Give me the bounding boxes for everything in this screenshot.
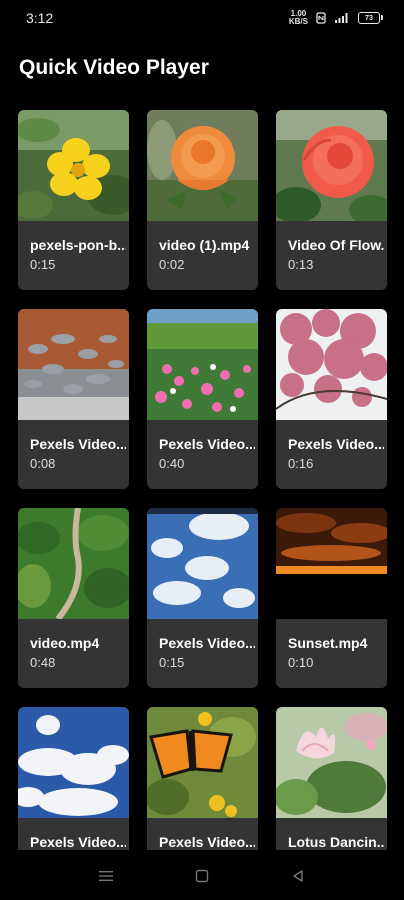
- video-duration: 0:15: [159, 655, 185, 670]
- video-grid: pexels-pon-b... 0:15 video (1).mp4 0:02: [18, 110, 390, 850]
- sky-clouds-thumbnail: [18, 707, 129, 818]
- video-duration: 0:40: [159, 456, 185, 471]
- video-duration: 0:16: [288, 456, 314, 471]
- network-speed-unit: KB/S: [288, 17, 308, 26]
- video-title: video.mp4: [30, 635, 100, 651]
- video-title: Pexels Video...: [159, 635, 255, 651]
- status-icons: 1.00 KB/S 73: [289, 10, 383, 26]
- video-card[interactable]: video (1).mp4 0:02: [147, 110, 258, 290]
- video-title: pexels-pon-b...: [30, 237, 126, 253]
- video-card[interactable]: Sunset.mp4 0:10: [276, 508, 387, 688]
- video-title: Lotus Dancin...: [288, 834, 384, 850]
- video-duration: 0:10: [288, 655, 314, 670]
- video-title: Pexels Video...: [30, 436, 126, 452]
- video-card[interactable]: Pexels Video...: [147, 707, 258, 850]
- video-title: Pexels Video...: [30, 834, 126, 850]
- square-icon: [195, 869, 209, 883]
- video-title: Pexels Video...: [159, 436, 255, 452]
- sunset-thumbnail: [276, 508, 387, 619]
- triangle-back-icon: [293, 870, 303, 882]
- navigation-bar: [0, 850, 404, 900]
- video-duration: 0:15: [30, 257, 56, 272]
- status-time: 3:12: [26, 10, 54, 26]
- aerial-forest-road-thumbnail: [18, 508, 129, 619]
- cherry-blossom-thumbnail: [276, 309, 387, 420]
- flower-meadow-thumbnail: [147, 309, 258, 420]
- video-card[interactable]: Pexels Video... 0:16: [276, 309, 387, 489]
- yellow-flower-thumbnail: [18, 110, 129, 221]
- nfc-icon: [316, 12, 326, 24]
- video-title: Sunset.mp4: [288, 635, 368, 651]
- video-card[interactable]: pexels-pon-b... 0:15: [18, 110, 129, 290]
- video-card[interactable]: Pexels Video... 0:15: [147, 508, 258, 688]
- video-card[interactable]: Pexels Video...: [18, 707, 129, 850]
- video-duration: 0:48: [30, 655, 56, 670]
- video-duration: 0:02: [159, 257, 185, 272]
- video-card[interactable]: video.mp4 0:48: [18, 508, 129, 688]
- app-title: Quick Video Player: [19, 56, 209, 79]
- red-rose-thumbnail: [276, 110, 387, 221]
- video-card[interactable]: Pexels Video... 0:08: [18, 309, 129, 489]
- video-card[interactable]: Video Of Flow... 0:13: [276, 110, 387, 290]
- recents-button[interactable]: [96, 866, 116, 886]
- earth-clouds-thumbnail: [147, 508, 258, 619]
- pigeons-thumbnail: [18, 309, 129, 420]
- orange-rose-thumbnail: [147, 110, 258, 221]
- home-button[interactable]: [192, 866, 212, 886]
- status-bar: 3:12 1.00 KB/S 73: [0, 0, 404, 34]
- video-title: Pexels Video...: [288, 436, 384, 452]
- network-speed: 1.00 KB/S: [289, 10, 308, 26]
- video-title: Video Of Flow...: [288, 237, 384, 253]
- video-title: video (1).mp4: [159, 237, 250, 253]
- video-card[interactable]: Lotus Dancin...: [276, 707, 387, 850]
- video-duration: 0:08: [30, 456, 56, 471]
- butterfly-thumbnail: [147, 707, 258, 818]
- back-button[interactable]: [288, 866, 308, 886]
- video-card[interactable]: Pexels Video... 0:40: [147, 309, 258, 489]
- battery-icon: 73: [358, 12, 383, 24]
- video-duration: 0:13: [288, 257, 314, 272]
- video-title: Pexels Video...: [159, 834, 255, 850]
- signal-icon: [335, 13, 348, 23]
- lotus-thumbnail: [276, 707, 387, 818]
- menu-icon: [99, 871, 113, 881]
